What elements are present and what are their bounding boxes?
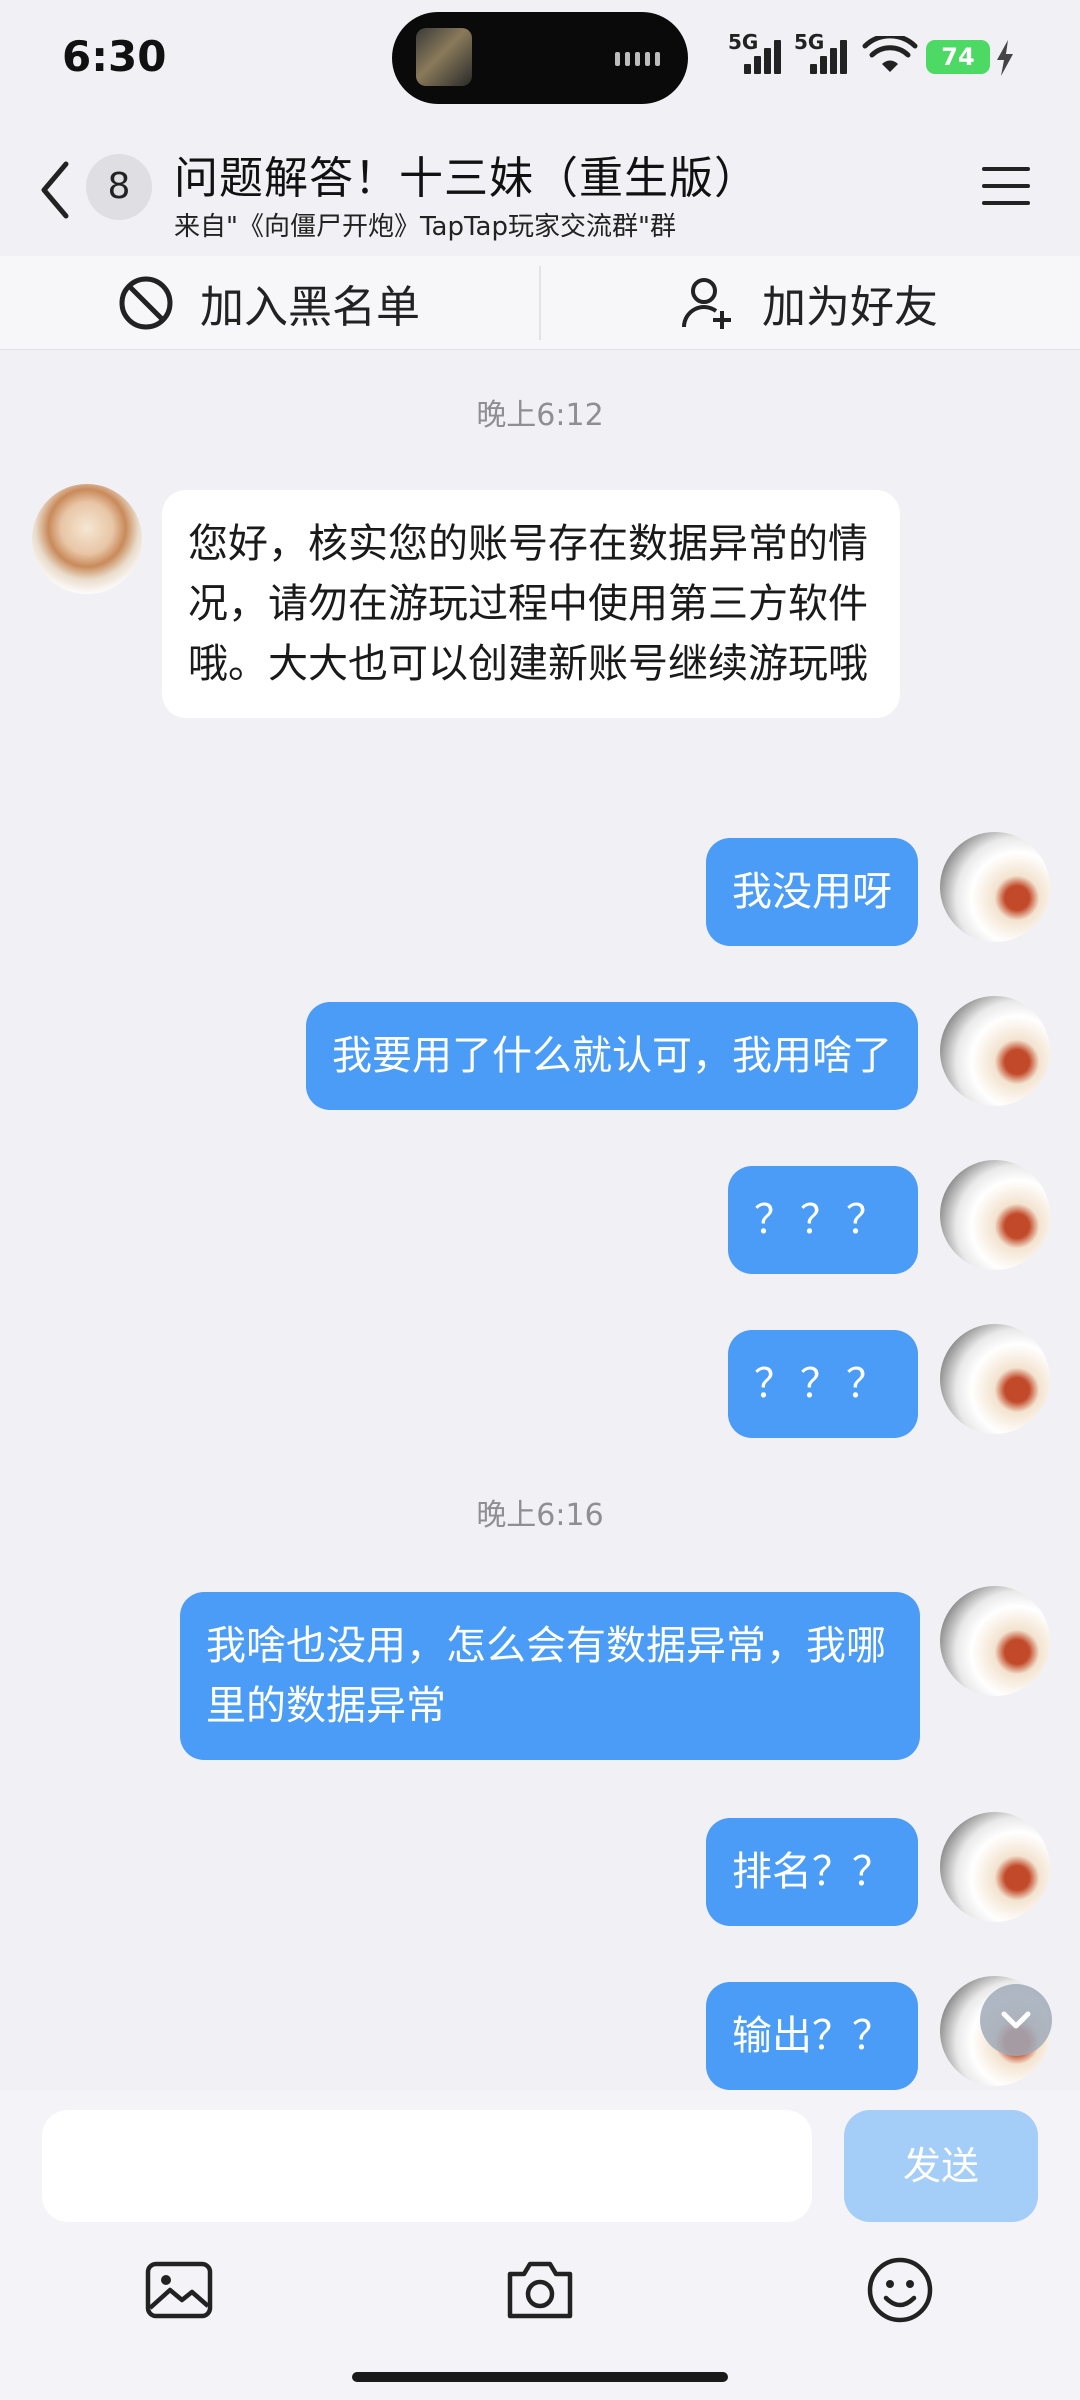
user-avatar[interactable] bbox=[940, 996, 1050, 1106]
outgoing-message-bubble[interactable]: 我要用了什么就认可，我用啥了 bbox=[306, 1002, 918, 1110]
audio-bars-icon bbox=[615, 52, 660, 66]
add-friend-label: 加为好友 bbox=[762, 282, 938, 333]
incoming-message-bubble[interactable]: 您好，核实您的账号存在数据异常的情况，请勿在游玩过程中使用第三方软件哦。大大也可… bbox=[162, 490, 900, 718]
timestamp: 晚上6:16 bbox=[476, 1498, 604, 1533]
action-divider bbox=[539, 266, 541, 340]
outgoing-message-bubble[interactable]: ？？？ bbox=[728, 1330, 918, 1438]
block-icon bbox=[119, 276, 173, 330]
outgoing-message-bubble[interactable]: 我没用呀 bbox=[706, 838, 918, 946]
signal-bars-icon bbox=[810, 40, 850, 74]
user-avatar[interactable] bbox=[940, 1812, 1050, 1922]
battery-level: 74 bbox=[941, 43, 975, 71]
block-label: 加入黑名单 bbox=[200, 282, 420, 333]
add-friend-button[interactable]: 加为好友 bbox=[680, 256, 938, 350]
emoji-icon[interactable] bbox=[862, 2252, 938, 2328]
wifi-icon bbox=[862, 36, 918, 72]
camera-icon[interactable] bbox=[502, 2252, 578, 2328]
image-icon[interactable] bbox=[142, 2252, 218, 2328]
home-indicator[interactable] bbox=[352, 2372, 728, 2382]
charging-bolt-icon bbox=[997, 40, 1013, 76]
timestamp: 晚上6:12 bbox=[476, 398, 604, 433]
contact-avatar[interactable] bbox=[32, 484, 142, 594]
user-avatar[interactable] bbox=[940, 1586, 1050, 1696]
outgoing-message-bubble[interactable]: 排名？？ bbox=[706, 1818, 918, 1926]
back-icon[interactable] bbox=[34, 158, 78, 222]
send-button[interactable]: 发送 bbox=[844, 2110, 1038, 2222]
add-friend-icon bbox=[682, 278, 731, 329]
status-bar: 6:30 5G 5G 74 bbox=[0, 0, 1080, 118]
block-button[interactable]: 加入黑名单 bbox=[118, 256, 420, 350]
chat-subtitle: 来自"《向僵尸开炮》TapTap玩家交流群"群 bbox=[174, 212, 676, 242]
media-thumbnail bbox=[416, 28, 472, 86]
outgoing-message-bubble[interactable]: 我啥也没用，怎么会有数据异常，我哪里的数据异常 bbox=[180, 1592, 920, 1760]
user-avatar[interactable] bbox=[940, 1324, 1050, 1434]
chat-title: 问题解答！十三妹（重生版） bbox=[174, 153, 759, 204]
status-time: 6:30 bbox=[62, 32, 167, 81]
menu-icon[interactable] bbox=[980, 164, 1032, 208]
user-avatar[interactable] bbox=[940, 1160, 1050, 1270]
message-input[interactable] bbox=[42, 2110, 812, 2222]
unread-count-badge[interactable]: 8 bbox=[86, 154, 152, 220]
outgoing-message-bubble[interactable]: ？？？ bbox=[728, 1166, 918, 1274]
dynamic-island[interactable] bbox=[392, 12, 688, 104]
user-avatar[interactable] bbox=[940, 832, 1050, 942]
outgoing-message-bubble[interactable]: 输出？？ bbox=[706, 1982, 918, 2090]
battery-indicator: 74 bbox=[926, 40, 990, 74]
composer-panel: 发送 bbox=[0, 2090, 1080, 2400]
scroll-down-icon bbox=[1001, 2011, 1031, 2029]
signal-bars-icon bbox=[744, 40, 784, 74]
contact-action-bar: 加入黑名单 加为好友 bbox=[0, 256, 1080, 350]
scroll-to-bottom-button[interactable] bbox=[980, 1984, 1052, 2056]
